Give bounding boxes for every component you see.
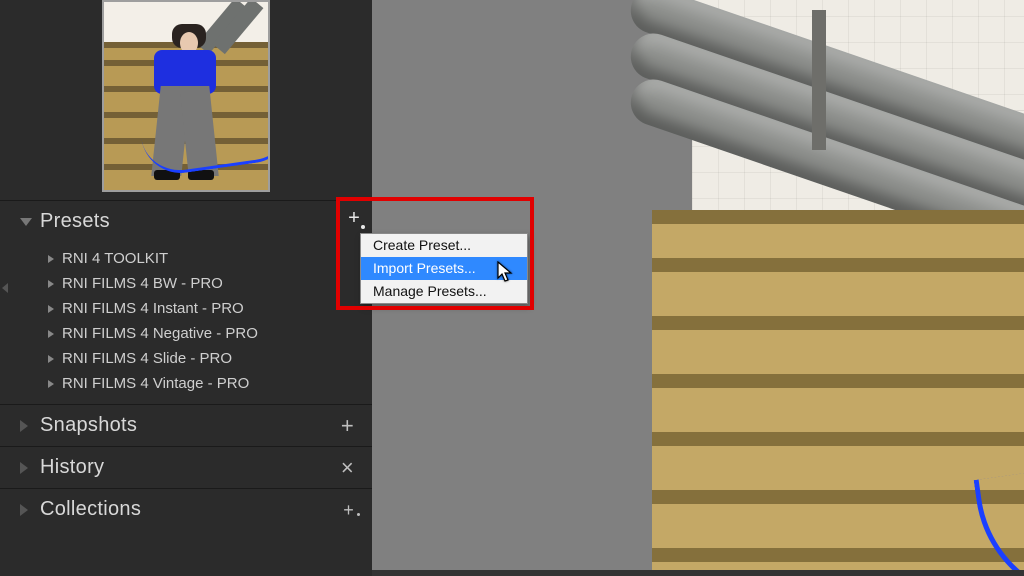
dropdown-indicator-icon <box>361 225 365 229</box>
chevron-right-icon <box>48 305 54 313</box>
preset-folder[interactable]: RNI FILMS 4 Instant - PRO <box>0 296 372 321</box>
snapshots-header[interactable]: Snapshots + <box>0 405 372 446</box>
add-snapshot-icon[interactable]: + <box>337 415 358 437</box>
chevron-down-icon <box>20 218 32 226</box>
preset-folder[interactable]: RNI FILMS 4 Vintage - PRO <box>0 371 372 396</box>
chevron-right-icon <box>48 380 54 388</box>
chevron-right-icon <box>20 420 28 432</box>
preset-folder-label: RNI FILMS 4 Slide - PRO <box>62 350 232 367</box>
preset-folder[interactable]: RNI FILMS 4 Slide - PRO <box>0 346 372 371</box>
menu-item-manage-presets[interactable]: Manage Presets... <box>361 280 527 303</box>
navigator-thumbnail-area <box>0 0 372 200</box>
history-title: History <box>40 456 104 479</box>
presets-title: Presets <box>40 210 110 233</box>
history-header[interactable]: History × <box>0 447 372 488</box>
panel-expand-tab[interactable] <box>0 271 10 305</box>
presets-section: Presets + RNI 4 TOOLKIT RNI FILMS 4 BW -… <box>0 200 372 404</box>
preset-folder[interactable]: RNI FILMS 4 BW - PRO <box>0 271 372 296</box>
preset-folder-label: RNI 4 TOOLKIT <box>62 250 168 267</box>
history-section: History × <box>0 446 372 488</box>
menu-item-create-preset[interactable]: Create Preset... <box>361 234 527 257</box>
chevron-right-icon <box>48 255 54 263</box>
menu-item-import-presets[interactable]: Import Presets... <box>361 257 527 280</box>
chevron-right-icon <box>48 355 54 363</box>
preset-folder[interactable]: RNI 4 TOOLKIT <box>0 246 372 271</box>
presets-plus-button[interactable]: + <box>342 206 366 230</box>
preset-list: RNI 4 TOOLKIT RNI FILMS 4 BW - PRO RNI F… <box>0 242 372 404</box>
clear-history-icon[interactable]: × <box>337 457 358 479</box>
collections-section: Collections + <box>0 488 372 530</box>
presets-context-menu: Create Preset... Import Presets... Manag… <box>360 233 528 304</box>
snapshots-title: Snapshots <box>40 414 137 437</box>
presets-header[interactable]: Presets + <box>0 201 372 242</box>
collections-header[interactable]: Collections + <box>0 489 372 530</box>
preset-folder-label: RNI FILMS 4 BW - PRO <box>62 275 223 292</box>
collections-title: Collections <box>40 498 141 521</box>
main-photo <box>692 0 1024 570</box>
left-panel: Presets + RNI 4 TOOLKIT RNI FILMS 4 BW -… <box>0 0 372 576</box>
chevron-right-icon <box>20 504 28 516</box>
chevron-right-icon <box>20 462 28 474</box>
chevron-right-icon <box>48 280 54 288</box>
plus-icon: + <box>348 207 360 230</box>
add-collection-icon[interactable]: + <box>339 501 358 519</box>
navigator-thumbnail[interactable] <box>102 0 270 192</box>
preset-folder-label: RNI FILMS 4 Negative - PRO <box>62 325 258 342</box>
preset-folder-label: RNI FILMS 4 Instant - PRO <box>62 300 244 317</box>
preset-folder-label: RNI FILMS 4 Vintage - PRO <box>62 375 249 392</box>
chevron-right-icon <box>48 330 54 338</box>
snapshots-section: Snapshots + <box>0 404 372 446</box>
preset-folder[interactable]: RNI FILMS 4 Negative - PRO <box>0 321 372 346</box>
horizontal-scrollbar[interactable] <box>372 570 1024 576</box>
